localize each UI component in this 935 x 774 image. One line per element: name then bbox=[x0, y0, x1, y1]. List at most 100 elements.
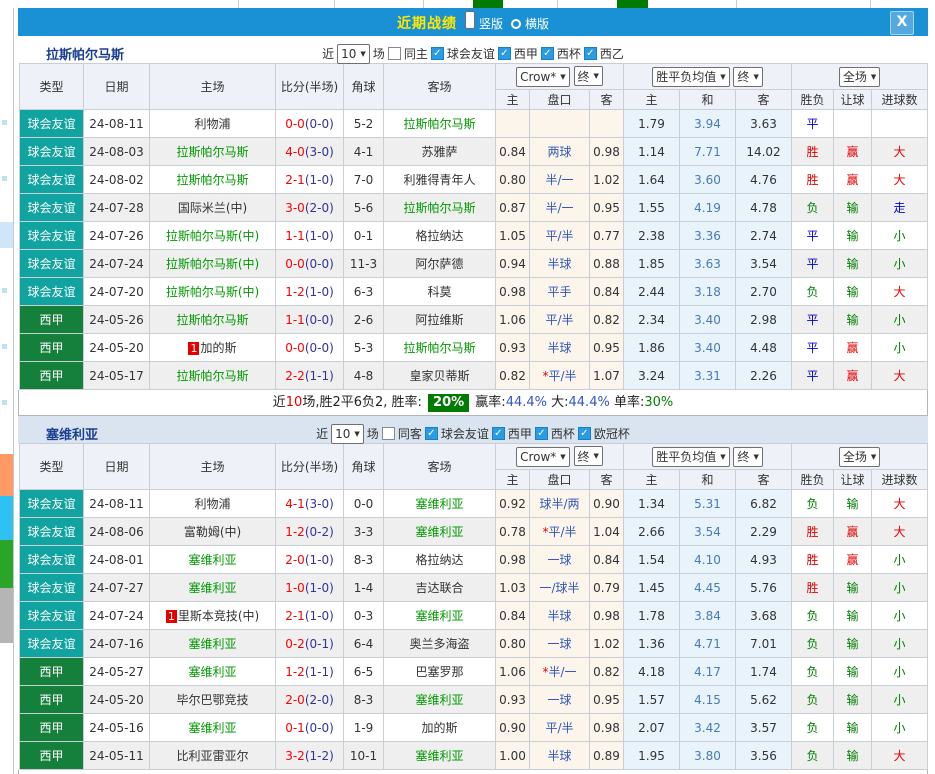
match-row: 球会友谊24-07-27塞维利亚1-0(1-0)1-4吉达联合1.03一/球半0… bbox=[20, 574, 928, 602]
corner-cell: 7-0 bbox=[344, 166, 384, 194]
competition-checkbox[interactable]: ✓ bbox=[535, 427, 548, 440]
away-team-name: 皇家贝蒂斯 bbox=[409, 369, 469, 383]
competition-checkbox[interactable]: ✓ bbox=[541, 47, 554, 60]
halftime-score: (1-0) bbox=[305, 581, 334, 595]
summary-text: 单率: bbox=[610, 395, 645, 410]
match-count-select[interactable]: 10▼ bbox=[337, 44, 370, 64]
home-odds-cell: 0.82 bbox=[496, 362, 530, 390]
match-away-cell: 吉达联合 bbox=[384, 574, 496, 602]
corner-cell: 4-1 bbox=[344, 138, 384, 166]
avg-draw-cell: 3.31 bbox=[680, 362, 736, 390]
competition-checkbox[interactable]: ✓ bbox=[498, 47, 511, 60]
halftime-score: (2-0) bbox=[305, 693, 334, 707]
avg-home-cell: 2.44 bbox=[624, 278, 680, 306]
competition-label: 西杯 bbox=[551, 425, 575, 442]
select-value: Crow* bbox=[520, 450, 556, 464]
match-away-cell: 塞维利亚 bbox=[384, 490, 496, 518]
header-selects-row: 类型日期主场比分(半场)角球客场Crow*▼ 终▼胜平负均值▼ 终▼全场▼ bbox=[20, 444, 928, 470]
handicap-star: * bbox=[542, 665, 548, 679]
check-icon: ✓ bbox=[537, 428, 545, 439]
full-match-select[interactable]: 全场▼ bbox=[839, 67, 880, 87]
fulltime-score: 2-0 bbox=[285, 553, 305, 567]
sub-column-header: 盘口 bbox=[530, 90, 590, 110]
score-cell: 0-0(0-0) bbox=[276, 334, 344, 362]
match-row: 西甲24-05-27塞维利亚1-2(1-1)6-5巴塞罗那1.06*半/一0.8… bbox=[20, 658, 928, 686]
same-venue-checkbox[interactable] bbox=[388, 47, 401, 60]
avg-away-cell: 6.82 bbox=[736, 490, 792, 518]
match-type-cell: 西甲 bbox=[20, 334, 84, 362]
competition-checkbox[interactable]: ✓ bbox=[584, 47, 597, 60]
results-table: 类型日期主场比分(半场)角球客场Crow*▼ 终▼胜平负均值▼ 终▼全场▼主盘口… bbox=[19, 63, 928, 390]
competition-label: 西甲 bbox=[508, 425, 532, 442]
halftime-score: (0-2) bbox=[305, 525, 334, 539]
avg-draw-cell: 3.63 bbox=[680, 250, 736, 278]
avg-draw-cell: 4.10 bbox=[680, 546, 736, 574]
avg-away-cell: 3.63 bbox=[736, 110, 792, 138]
competition-checkbox[interactable]: ✓ bbox=[431, 47, 444, 60]
sub-column-header: 进球数 bbox=[872, 90, 928, 110]
match-home-cell: 塞维利亚 bbox=[150, 546, 276, 574]
odds-time-select[interactable]: 终▼ bbox=[574, 66, 603, 86]
avg-home-cell: 1.64 bbox=[624, 166, 680, 194]
match-away-cell: 拉斯帕尔马斯 bbox=[384, 194, 496, 222]
select-value: 10 bbox=[335, 427, 350, 441]
rank-badge: 1 bbox=[166, 610, 177, 623]
score-cell: 1-1(1-0) bbox=[276, 222, 344, 250]
match-away-cell: 塞维利亚 bbox=[384, 686, 496, 714]
avg-time-select[interactable]: 终▼ bbox=[733, 447, 762, 467]
fulltime-score: 1-2 bbox=[285, 285, 305, 299]
halftime-score: (1-0) bbox=[305, 553, 334, 567]
sub-column-header: 和 bbox=[680, 90, 736, 110]
goals-result-cell: 走 bbox=[872, 194, 928, 222]
competition-checkbox[interactable]: ✓ bbox=[425, 427, 438, 440]
header-selects-row: 类型日期主场比分(半场)角球客场Crow*▼ 终▼胜平负均值▼ 终▼全场▼ bbox=[20, 64, 928, 90]
avg-time-select[interactable]: 终▼ bbox=[733, 67, 762, 87]
odds-time-select[interactable]: 终▼ bbox=[574, 446, 603, 466]
home-odds-cell: 1.00 bbox=[496, 742, 530, 770]
home-team-name: 拉斯帕尔马斯(中) bbox=[166, 257, 259, 271]
score-cell: 3-2(1-2) bbox=[276, 742, 344, 770]
cutoff-gridline bbox=[870, 0, 871, 8]
match-away-cell: 加的斯 bbox=[384, 714, 496, 742]
competition-checkbox[interactable]: ✓ bbox=[578, 427, 591, 440]
score-cell: 1-1(0-0) bbox=[276, 306, 344, 334]
chevron-down-icon: ▼ bbox=[360, 50, 365, 58]
handicap-cell bbox=[530, 110, 590, 138]
handicap-result-cell bbox=[834, 110, 872, 138]
match-away-cell: 阿尔萨德 bbox=[384, 250, 496, 278]
close-icon[interactable]: X bbox=[890, 11, 914, 35]
competition-checkbox[interactable]: ✓ bbox=[492, 427, 505, 440]
away-odds-cell: 0.79 bbox=[590, 574, 624, 602]
corner-cell: 0-0 bbox=[344, 490, 384, 518]
match-away-cell: 塞维利亚 bbox=[384, 742, 496, 770]
avg-draw-cell: 3.18 bbox=[680, 278, 736, 306]
goals-result-cell: 小 bbox=[872, 658, 928, 686]
cutoff-gridline bbox=[736, 0, 737, 8]
chevron-down-icon: ▼ bbox=[594, 452, 599, 460]
handicap-value: 一球 bbox=[547, 693, 571, 707]
match-row: 西甲24-05-11比利亚雷亚尔3-2(1-2)10-1塞维利亚1.00半球0.… bbox=[20, 742, 928, 770]
radio-selected-icon[interactable] bbox=[465, 11, 475, 29]
result-cell: 胜 bbox=[792, 574, 834, 602]
match-away-cell: 格拉纳达 bbox=[384, 222, 496, 250]
avg-away-cell: 3.56 bbox=[736, 742, 792, 770]
avg-odds-select[interactable]: 胜平负均值▼ bbox=[652, 447, 729, 467]
match-count-select[interactable]: 10▼ bbox=[331, 424, 364, 444]
fulltime-score: 1-2 bbox=[285, 665, 305, 679]
away-odds-cell: 0.98 bbox=[590, 714, 624, 742]
match-type-cell: 球会友谊 bbox=[20, 250, 84, 278]
full-match-select[interactable]: 全场▼ bbox=[839, 447, 880, 467]
odds-company-select[interactable]: Crow*▼ bbox=[516, 67, 570, 87]
filter-bar: 近10▼场同客✓球会友谊✓西甲✓西杯✓欧冠杯 bbox=[316, 424, 630, 444]
home-odds-cell: 0.98 bbox=[496, 278, 530, 306]
radio-label: 横版 bbox=[525, 17, 549, 31]
handicap-result-cell: 输 bbox=[834, 490, 872, 518]
match-row: 西甲24-05-16塞维利亚0-1(0-0)1-9加的斯0.90平/半0.982… bbox=[20, 714, 928, 742]
same-venue-checkbox[interactable] bbox=[382, 427, 395, 440]
avg-odds-select[interactable]: 胜平负均值▼ bbox=[652, 67, 729, 87]
home-team-name: 塞维利亚 bbox=[188, 637, 236, 651]
radio-unselected-icon[interactable] bbox=[511, 19, 521, 29]
corner-cell: 2-6 bbox=[344, 306, 384, 334]
summary-text: 近 bbox=[273, 395, 286, 410]
odds-company-select[interactable]: Crow*▼ bbox=[516, 447, 570, 467]
